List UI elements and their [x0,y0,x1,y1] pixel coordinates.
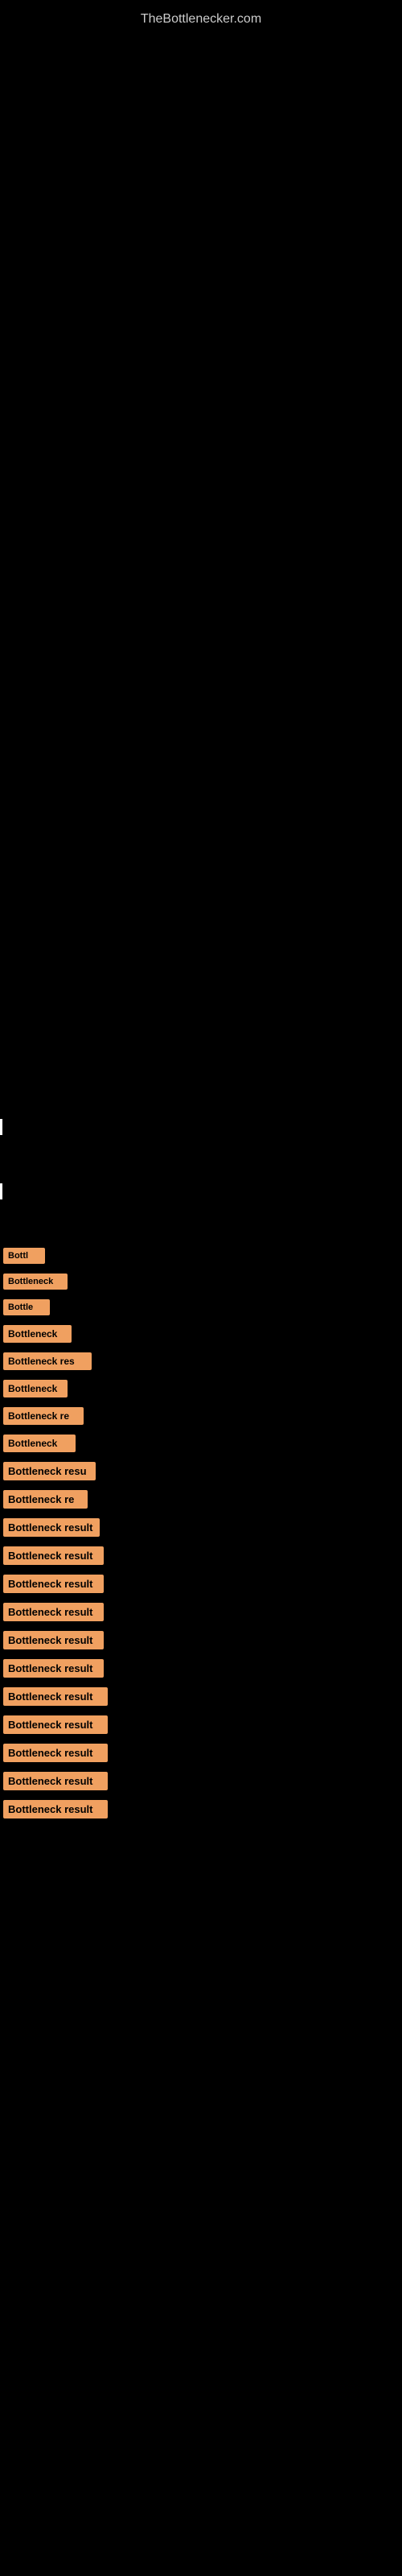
bottleneck-label: Bottleneck result [3,1603,104,1621]
bottleneck-label: Bottleneck resu [3,1462,96,1480]
list-item: Bottleneck result [3,1546,402,1565]
list-item: Bottleneck result [3,1772,402,1790]
bottleneck-label: Bottleneck [3,1435,76,1452]
bottleneck-label: Bottleneck result [3,1518,100,1537]
bottleneck-label: Bottleneck result [3,1772,108,1790]
bottleneck-label: Bottleneck result [3,1715,108,1734]
list-item: Bottle [3,1299,402,1315]
bottleneck-label: Bottle [3,1299,50,1315]
list-item: Bottleneck [3,1274,402,1290]
bottleneck-label: Bottleneck [3,1274,68,1290]
list-item: Bottleneck [3,1325,402,1343]
results-container: Bottl Bottleneck Bottle Bottleneck Bottlenec… [0,1248,402,1828]
bottleneck-label: Bottleneck [3,1325,72,1343]
list-item: Bottleneck [3,1435,402,1452]
bottleneck-label: Bottleneck res [3,1352,92,1370]
bottleneck-label: Bottleneck result [3,1546,104,1565]
list-item: Bottleneck result [3,1715,402,1734]
list-item: Bottleneck result [3,1518,402,1537]
list-item: Bottleneck result [3,1744,402,1762]
bottleneck-label: Bottleneck result [3,1631,104,1649]
bottleneck-label: Bottleneck re [3,1407,84,1425]
bottleneck-label: Bottleneck result [3,1744,108,1762]
list-item: Bottleneck result [3,1575,402,1593]
bottleneck-label: Bottleneck result [3,1687,108,1706]
bottleneck-label: Bottleneck re [3,1490,88,1509]
bottleneck-label: Bottl [3,1248,45,1264]
list-item: Bottleneck result [3,1800,402,1818]
list-item: Bottleneck re [3,1490,402,1509]
site-title: TheBottlenecker.com [0,4,402,35]
cursor-line-1 [0,1119,2,1135]
list-item: Bottleneck result [3,1659,402,1678]
list-item: Bottl [3,1248,402,1264]
bottleneck-label: Bottleneck result [3,1575,104,1593]
list-item: Bottleneck result [3,1687,402,1706]
cursor-line-2 [0,1183,2,1199]
list-item: Bottleneck res [3,1352,402,1370]
list-item: Bottleneck resu [3,1462,402,1480]
list-item: Bottleneck [3,1380,402,1397]
list-item: Bottleneck result [3,1603,402,1621]
bottleneck-label: Bottleneck result [3,1800,108,1818]
list-item: Bottleneck re [3,1407,402,1425]
bottleneck-label: Bottleneck [3,1380,68,1397]
bottleneck-label: Bottleneck result [3,1659,104,1678]
list-item: Bottleneck result [3,1631,402,1649]
